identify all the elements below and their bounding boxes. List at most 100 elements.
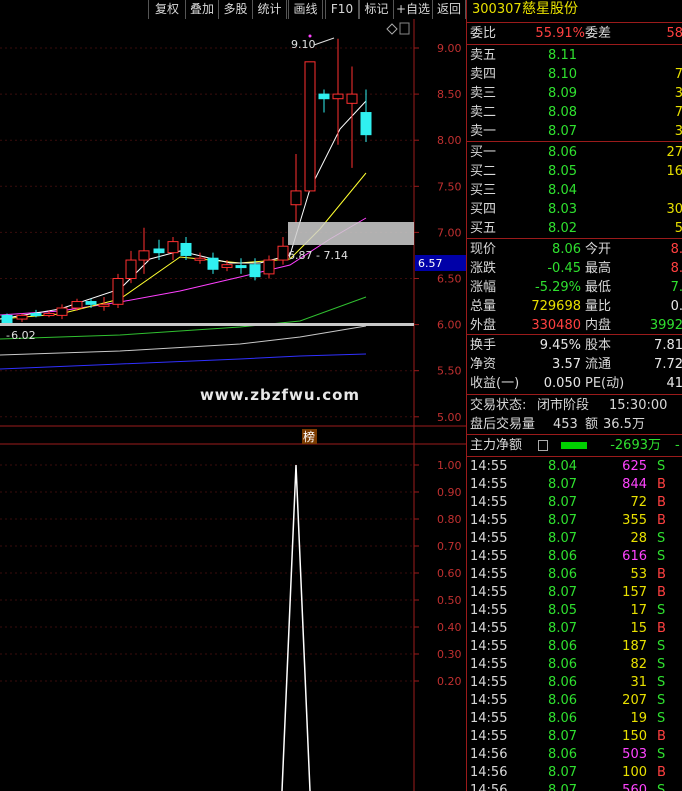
diamond-icon[interactable] xyxy=(386,23,398,35)
price-tick-label: 7.50 xyxy=(437,180,462,193)
ask-label: 卖五 xyxy=(470,48,497,63)
ask-label: 卖三 xyxy=(470,86,497,101)
candle-body xyxy=(263,259,275,275)
f10-button[interactable]: F10 xyxy=(325,0,359,19)
kline-svg[interactable]: 9.00 8.50 8.00 7.50 7.00 6.50 6.00 5.50 5.00 1.0… xyxy=(0,19,466,791)
tick-row[interactable]: 14:55 8.06 82 S xyxy=(467,656,682,674)
ask-row: 卖一 8.07 3 xyxy=(467,122,682,141)
indicator-tick-label: 1.00 xyxy=(437,459,462,472)
ask-price: 8.07 xyxy=(548,124,577,139)
tick-row[interactable]: 14:56 8.07 560 S xyxy=(467,782,682,791)
indicator-tick-label: 0.80 xyxy=(437,513,462,526)
divider xyxy=(467,22,682,23)
tick-side: B xyxy=(657,513,666,528)
tick-time: 14:55 xyxy=(470,621,508,636)
draw-line-button[interactable]: 画线 xyxy=(288,0,323,19)
tick-time: 14:56 xyxy=(470,747,508,762)
tick-volume: 616 xyxy=(622,549,647,564)
tick-side: S xyxy=(657,693,666,708)
tick-side: S xyxy=(657,675,666,690)
high-label: 9.10 xyxy=(291,38,316,51)
tick-time: 14:55 xyxy=(470,675,508,690)
candle-body xyxy=(221,264,233,268)
tick-row[interactable]: 14:55 8.07 844 B xyxy=(467,476,682,494)
tick-volume: 15 xyxy=(630,621,647,636)
tick-row[interactable]: 14:55 8.04 625 S xyxy=(467,458,682,476)
tick-volume: 503 xyxy=(622,747,647,762)
tick-row[interactable]: 14:55 8.06 207 S xyxy=(467,692,682,710)
tick-side: B xyxy=(657,567,666,582)
box-label: 6.87 - 7.14 xyxy=(288,249,348,262)
stat-label: 内盘 xyxy=(585,318,612,333)
multi-stock-button[interactable]: 多股 xyxy=(218,0,253,19)
bid-price: 8.04 xyxy=(548,183,577,198)
kline-chart-area[interactable]: 9.00 8.50 8.00 7.50 7.00 6.50 6.00 5.50 5.00 1.0… xyxy=(0,19,466,791)
tick-row[interactable]: 14:55 8.06 31 S xyxy=(467,674,682,692)
tick-volume: 187 xyxy=(622,639,647,654)
tick-row[interactable]: 14:55 8.06 53 B xyxy=(467,566,682,584)
fuquan-button[interactable]: 复权 xyxy=(148,0,186,19)
bid-row: 买四 8.03 30 xyxy=(467,200,682,219)
tick-row[interactable]: 14:55 8.07 72 B xyxy=(467,494,682,512)
tick-row[interactable]: 14:56 8.07 100 B xyxy=(467,764,682,782)
stat-label: 最高 xyxy=(585,261,612,276)
tick-side: S xyxy=(657,747,666,762)
tick-row[interactable]: 14:55 8.06 616 S xyxy=(467,548,682,566)
tick-row[interactable]: 14:55 8.07 150 B xyxy=(467,728,682,746)
tick-volume: 82 xyxy=(630,657,647,672)
tick-row[interactable]: 14:55 8.05 17 S xyxy=(467,602,682,620)
tick-price: 8.07 xyxy=(548,729,577,744)
tick-price: 8.07 xyxy=(548,765,577,780)
indicator-tick-label: 0.40 xyxy=(437,621,462,634)
tick-row[interactable]: 14:55 8.07 157 B xyxy=(467,584,682,602)
indicator-tick-label: 0.30 xyxy=(437,648,462,661)
scroll-icon[interactable] xyxy=(399,22,410,35)
main-net-label: 主力净额 xyxy=(470,438,523,453)
tick-side: S xyxy=(657,639,666,654)
fund-value: 9.45% xyxy=(539,338,581,353)
fund-row: 净资 3.57 流通 7.72 xyxy=(467,355,682,374)
weicha-value: 58 xyxy=(666,26,682,41)
back-button[interactable]: 返回 xyxy=(432,0,466,19)
stat-value: 0. xyxy=(670,299,682,314)
indicator-tag[interactable]: 榜 xyxy=(303,429,315,444)
tick-price: 8.06 xyxy=(548,657,577,672)
candle-body xyxy=(235,265,247,269)
ask-price: 8.09 xyxy=(548,86,577,101)
tick-time: 14:55 xyxy=(470,567,508,582)
bid-row: 买三 8.04 xyxy=(467,181,682,200)
candle-body xyxy=(112,278,124,305)
tick-row[interactable]: 14:55 8.06 187 S xyxy=(467,638,682,656)
stat-label: 总量 xyxy=(470,299,497,314)
price-tick-label: 8.00 xyxy=(437,134,462,147)
overlay-button[interactable]: 叠加 xyxy=(185,0,219,19)
indicator-tick-label: 0.60 xyxy=(437,567,462,580)
tick-time: 14:55 xyxy=(470,729,508,744)
main-net-extra: - xyxy=(675,438,680,453)
mark-button[interactable]: 标记 xyxy=(359,0,394,19)
add-favorite-button[interactable]: +自选 xyxy=(393,0,433,19)
price-tick-label: 9.00 xyxy=(437,42,462,55)
fund-value: 7.72 xyxy=(654,357,682,372)
tick-row[interactable]: 14:55 8.06 19 S xyxy=(467,710,682,728)
candle-body xyxy=(30,313,42,317)
price-axis: 9.00 8.50 8.00 7.50 7.00 6.50 6.00 5.50 5.00 xyxy=(414,42,462,424)
candle-body xyxy=(277,245,289,261)
tick-side: S xyxy=(657,711,666,726)
tick-price: 8.06 xyxy=(548,549,577,564)
ask-label: 卖一 xyxy=(470,124,497,139)
tick-row[interactable]: 14:55 8.07 28 S xyxy=(467,530,682,548)
tick-row[interactable]: 14:55 8.07 355 B xyxy=(467,512,682,530)
bid-volume: 30 xyxy=(666,202,682,217)
tick-row[interactable]: 14:55 8.07 15 B xyxy=(467,620,682,638)
indicator-tick-label: 0.70 xyxy=(437,540,462,553)
price-tick-label: 5.50 xyxy=(437,365,462,378)
statistics-button[interactable]: 统计 xyxy=(252,0,287,19)
main-net-bar xyxy=(561,442,587,449)
candle-body xyxy=(85,301,97,305)
resistance-box xyxy=(288,222,414,245)
list-icon[interactable] xyxy=(538,440,548,451)
tick-row[interactable]: 14:56 8.06 503 S xyxy=(467,746,682,764)
tick-time: 14:55 xyxy=(470,711,508,726)
bid-label: 买五 xyxy=(470,221,497,236)
